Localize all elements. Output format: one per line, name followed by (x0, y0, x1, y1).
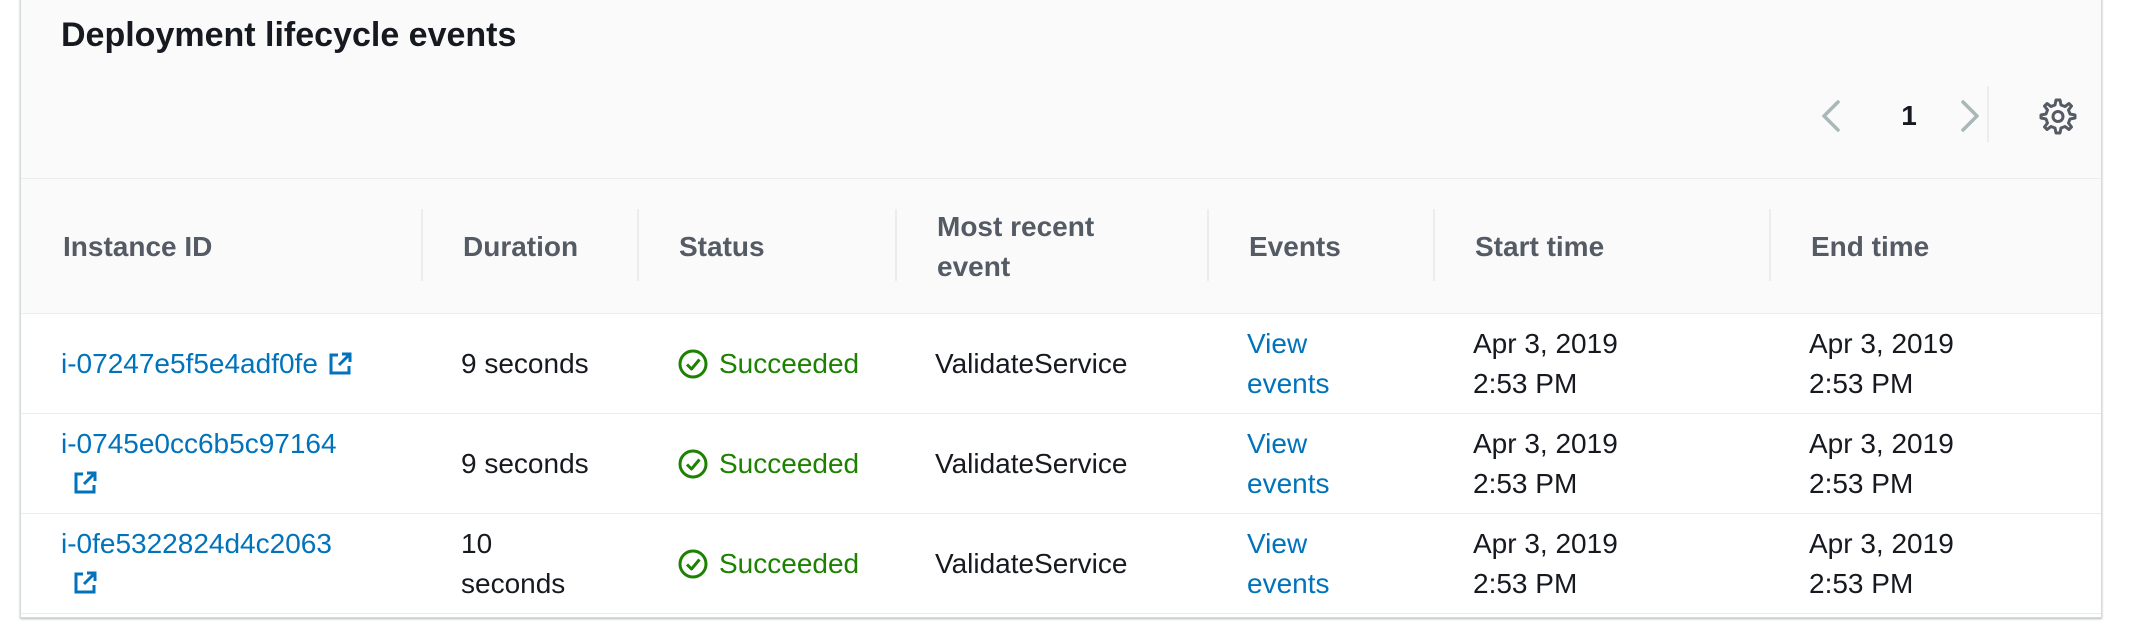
status-indicator: Succeeded (677, 444, 859, 484)
instance-id-cell: i-07247e5f5e4adf0fe (61, 314, 354, 414)
status-indicator: Succeeded (677, 344, 859, 384)
chevron-right-icon (1961, 100, 1979, 132)
table-row: i-07247e5f5e4adf0fe 9 seconds Succeeded Val… (21, 314, 2101, 414)
end-time: 2:53 PM (1809, 368, 1914, 399)
pager-divider (1987, 86, 1989, 142)
table-header-row: Instance ID Duration Status Most recent … (21, 179, 2101, 314)
duration-cell: 9 seconds (461, 414, 589, 514)
status-cell: Succeeded (677, 314, 859, 414)
check-circle-icon (678, 349, 708, 379)
table-row: i-0745e0cc6b5c97164 9 seconds Succeeded Val… (21, 414, 2101, 514)
view-events-label[interactable]: events (1247, 464, 1330, 504)
column-header-status[interactable]: Status (679, 179, 765, 314)
end-time-cell: Apr 3, 2019 2:53 PM (1809, 314, 1954, 414)
status-text: Succeeded (719, 548, 860, 579)
status-cell: Succeeded (677, 414, 859, 514)
start-date: Apr 3, 2019 (1473, 528, 1618, 559)
end-time-cell: Apr 3, 2019 2:53 PM (1809, 414, 1954, 514)
events-cell: View events (1247, 314, 1330, 414)
status-indicator: Succeeded (677, 544, 859, 584)
status-cell: Succeeded (677, 514, 859, 614)
view-events-label[interactable]: View (1247, 324, 1330, 364)
instance-id-cell: i-0745e0cc6b5c97164 (61, 414, 337, 514)
external-link-icon[interactable] (71, 469, 99, 497)
column-header-duration[interactable]: Duration (463, 179, 578, 314)
column-resizer[interactable] (1433, 209, 1435, 281)
status-text: Succeeded (719, 348, 860, 379)
duration-value: 10 (461, 528, 493, 559)
events-cell: View events (1247, 514, 1330, 614)
end-date: Apr 3, 2019 (1809, 528, 1954, 559)
start-time: 2:53 PM (1473, 368, 1578, 399)
duration-cell: 10 seconds (461, 514, 565, 614)
status-text: Succeeded (719, 448, 860, 479)
column-resizer[interactable] (1207, 209, 1209, 281)
column-header-start-time[interactable]: Start time (1475, 179, 1604, 314)
view-events-link[interactable]: View events (1247, 324, 1330, 404)
instance-id-link[interactable]: i-07247e5f5e4adf0fe (61, 344, 318, 384)
end-time: 2:53 PM (1809, 468, 1914, 499)
check-circle-icon (678, 449, 708, 479)
start-time-cell: Apr 3, 2019 2:53 PM (1473, 414, 1618, 514)
start-date: Apr 3, 2019 (1473, 328, 1618, 359)
most-recent-event-cell: ValidateService (935, 348, 1128, 379)
start-time-cell: Apr 3, 2019 2:53 PM (1473, 514, 1618, 614)
duration-unit: seconds (461, 568, 566, 599)
instance-id-cell: i-0fe5322824d4c2063 (61, 514, 332, 614)
panel-title: Deployment lifecycle events (61, 16, 517, 54)
table-settings-button[interactable] (2037, 96, 2077, 136)
panel-header: Deployment lifecycle events 1 (21, 0, 2101, 179)
view-events-link[interactable]: View events (1247, 424, 1330, 504)
column-resizer[interactable] (421, 209, 423, 281)
gear-icon (2039, 98, 2077, 135)
view-events-link[interactable]: View events (1247, 524, 1330, 604)
table-row: i-0fe5322824d4c2063 10 seconds Succeeded Val… (21, 514, 2101, 614)
view-events-label[interactable]: events (1247, 364, 1330, 404)
duration-value: 9 seconds (461, 448, 589, 479)
most-recent-event-cell: ValidateService (935, 448, 1128, 479)
column-header-most-recent-event[interactable]: Most recent event (937, 179, 1167, 314)
external-link-icon[interactable] (71, 569, 99, 597)
column-header-instance-id[interactable]: Instance ID (63, 179, 212, 314)
end-time: 2:53 PM (1809, 568, 1914, 599)
start-date: Apr 3, 2019 (1473, 428, 1618, 459)
view-events-label[interactable]: View (1247, 424, 1330, 464)
deployment-lifecycle-events-panel: Deployment lifecycle events 1 Instance I… (20, 0, 2102, 618)
duration-cell: 9 seconds (461, 314, 589, 414)
view-events-label[interactable]: View (1247, 524, 1330, 564)
most-recent-event-cell: ValidateService (935, 548, 1128, 579)
external-link-icon[interactable] (326, 350, 354, 378)
end-date: Apr 3, 2019 (1809, 428, 1954, 459)
column-header-events[interactable]: Events (1249, 179, 1341, 314)
events-cell: View events (1247, 414, 1330, 514)
view-events-label[interactable]: events (1247, 564, 1330, 604)
chevron-left-icon (1822, 100, 1840, 132)
column-resizer[interactable] (1769, 209, 1771, 281)
instance-id-link[interactable]: i-0745e0cc6b5c97164 (61, 424, 337, 464)
instance-id-link[interactable]: i-0fe5322824d4c2063 (61, 524, 332, 564)
column-resizer[interactable] (637, 209, 639, 281)
previous-page-button[interactable] (1814, 96, 1850, 136)
next-page-button[interactable] (1951, 96, 1987, 136)
check-circle-icon (678, 549, 708, 579)
column-resizer[interactable] (895, 209, 897, 281)
end-time-cell: Apr 3, 2019 2:53 PM (1809, 514, 1954, 614)
duration-value: 9 seconds (461, 348, 589, 379)
start-time: 2:53 PM (1473, 468, 1578, 499)
start-time-cell: Apr 3, 2019 2:53 PM (1473, 314, 1618, 414)
current-page-number[interactable]: 1 (1891, 96, 1927, 136)
start-time: 2:53 PM (1473, 568, 1578, 599)
column-header-end-time[interactable]: End time (1811, 179, 1929, 314)
end-date: Apr 3, 2019 (1809, 328, 1954, 359)
